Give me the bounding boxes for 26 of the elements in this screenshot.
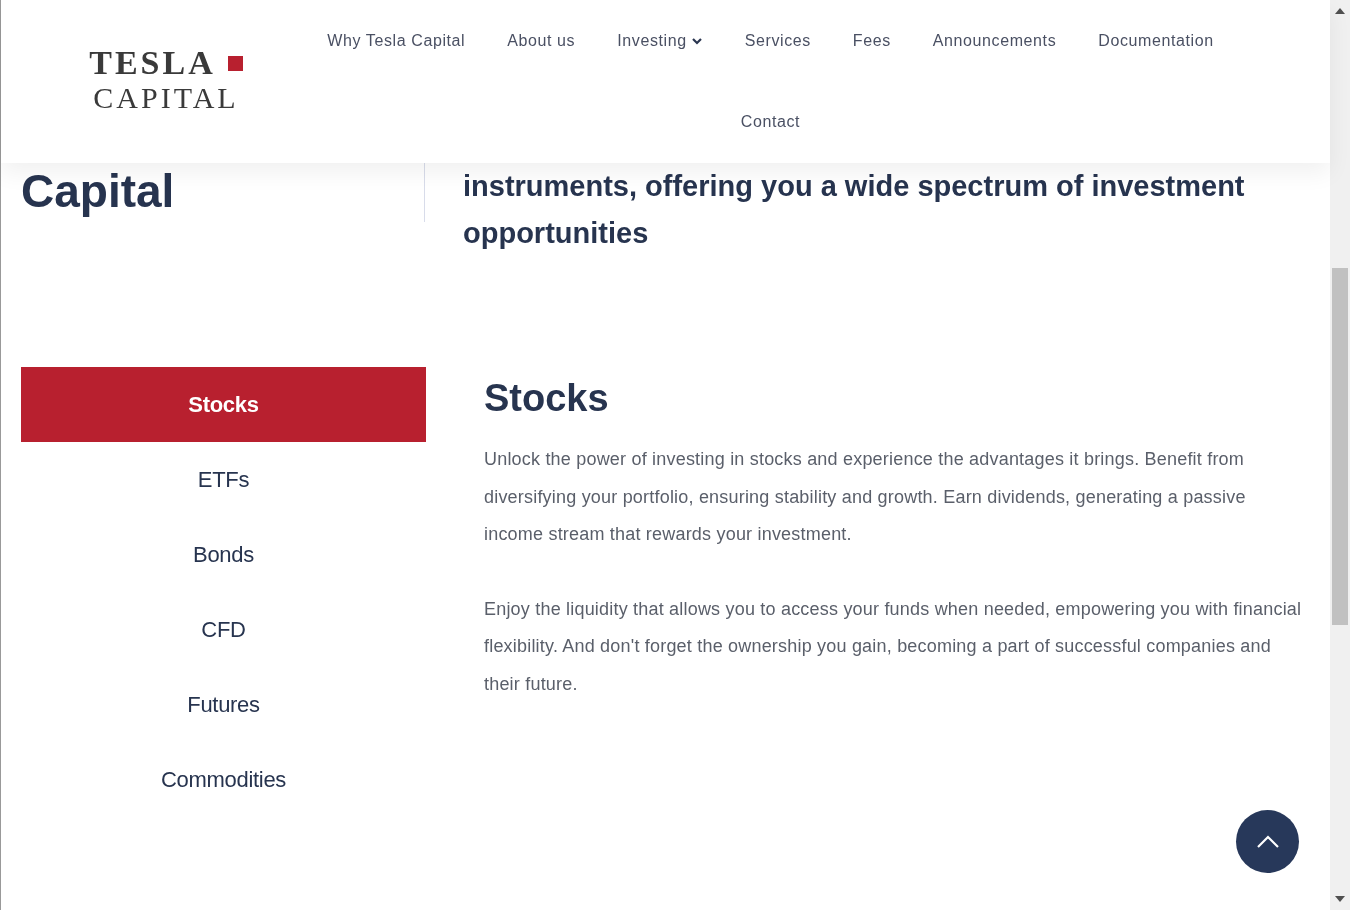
category-tab[interactable]: Bonds bbox=[21, 517, 426, 592]
nav-link[interactable]: Announcements bbox=[932, 29, 1057, 52]
hero-subtitle: instruments, offering you a wide spectrum of investment opportunities bbox=[463, 169, 1246, 251]
nav-link[interactable]: Investing bbox=[617, 29, 703, 52]
nav-link[interactable]: Contact bbox=[740, 110, 801, 133]
category-tab[interactable]: Stocks bbox=[21, 367, 426, 442]
category-tab[interactable]: ETFs bbox=[21, 442, 426, 517]
nav-link[interactable]: About us bbox=[507, 29, 576, 52]
scroll-up-icon[interactable] bbox=[1335, 8, 1345, 14]
hero-title: Capital bbox=[21, 164, 175, 218]
nav-link[interactable]: Services bbox=[744, 29, 811, 52]
logo-text: CAPITAL bbox=[93, 81, 239, 115]
nav-link[interactable]: Documentation bbox=[1098, 29, 1214, 52]
logo-square-icon bbox=[227, 55, 243, 71]
section-heading: Stocks bbox=[484, 376, 610, 421]
category-tab[interactable]: Commodities bbox=[21, 742, 426, 817]
scrollbar-thumb[interactable] bbox=[1332, 268, 1348, 625]
body-paragraph: Unlock the power of investing in stocks and experience the advantages it brings. Benefit from diversifying your portfolio, ensuring stability and growth. Earn dividends, generating a passive income stream that rewards your investment. bbox=[484, 448, 1247, 546]
logo-text: TESLA bbox=[89, 45, 216, 81]
scroll-down-icon[interactable] bbox=[1335, 896, 1345, 902]
nav-link[interactable]: Why Tesla Capital bbox=[327, 29, 466, 52]
category-tab[interactable]: Futures bbox=[21, 667, 426, 742]
body-paragraph: Enjoy the liquidity that allows you to access your funds when needed, empowering you with financial flexibility. And don't forget the ownership you gain, becoming a part of successful companies and their future. bbox=[484, 597, 1302, 696]
chevron-up-icon bbox=[1255, 834, 1280, 849]
category-tab[interactable]: CFD bbox=[21, 592, 426, 667]
nav-link[interactable]: Fees bbox=[852, 29, 891, 52]
